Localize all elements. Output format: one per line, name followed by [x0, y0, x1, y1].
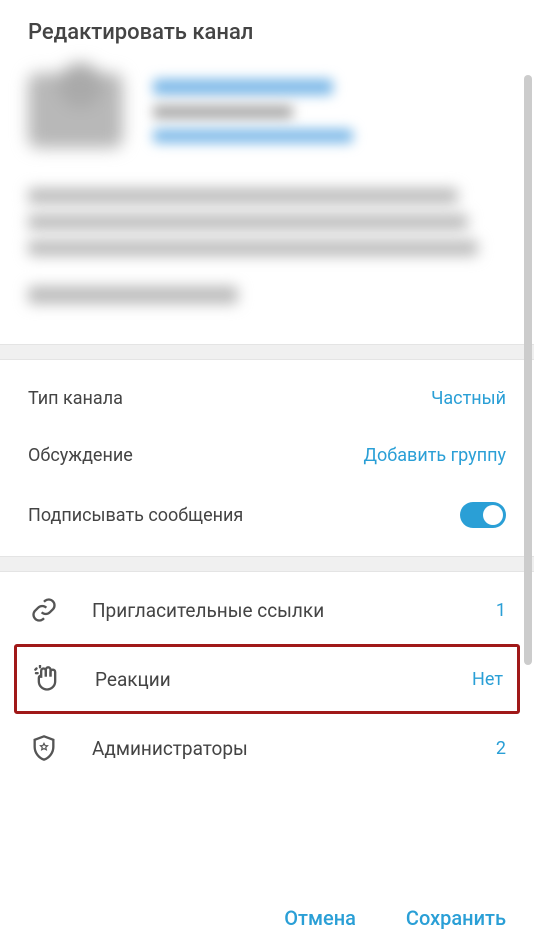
- shield-star-icon: [28, 732, 60, 764]
- discussion-row[interactable]: Обсуждение Добавить группу: [28, 427, 506, 484]
- blurred-line: [153, 79, 333, 95]
- administrators-value: 2: [496, 738, 506, 759]
- settings-section: Тип канала Частный Обсуждение Добавить г…: [0, 360, 534, 556]
- sign-messages-row: Подписывать сообщения: [28, 484, 506, 546]
- administrators-label: Администраторы: [92, 737, 496, 760]
- save-button[interactable]: Сохранить: [406, 906, 506, 930]
- channel-info-blurred: [0, 63, 534, 344]
- discussion-label: Обсуждение: [28, 445, 133, 466]
- reactions-item[interactable]: Реакции Нет: [14, 644, 520, 714]
- blurred-line: [28, 286, 238, 304]
- blurred-line: [153, 129, 353, 143]
- management-section: Пригласительные ссылки 1 Реакции Нет Адм…: [0, 572, 534, 786]
- reactions-value: Нет: [472, 669, 503, 690]
- sign-messages-label: Подписывать сообщения: [28, 505, 243, 526]
- section-divider: [0, 344, 534, 360]
- channel-avatar-placeholder: [28, 73, 123, 148]
- blurred-line: [153, 105, 293, 119]
- blurred-line: [28, 240, 478, 256]
- invite-links-label: Пригласительные ссылки: [92, 599, 496, 622]
- hand-wave-icon: [31, 663, 63, 695]
- reactions-label: Реакции: [95, 668, 472, 691]
- scrollbar[interactable]: [524, 75, 532, 665]
- channel-type-label: Тип канала: [28, 388, 123, 409]
- invite-links-item[interactable]: Пригласительные ссылки 1: [14, 578, 520, 642]
- sign-messages-toggle[interactable]: [460, 502, 506, 528]
- discussion-value: Добавить группу: [363, 445, 506, 466]
- channel-type-value: Частный: [431, 388, 506, 409]
- cancel-button[interactable]: Отмена: [284, 906, 356, 930]
- channel-type-row[interactable]: Тип канала Частный: [28, 370, 506, 427]
- section-divider: [0, 556, 534, 572]
- dialog-footer: Отмена Сохранить: [0, 884, 534, 952]
- blurred-line: [28, 214, 468, 230]
- dialog-title: Редактировать канал: [0, 0, 534, 63]
- link-icon: [28, 594, 60, 626]
- invite-links-value: 1: [496, 600, 506, 621]
- blurred-line: [28, 188, 458, 204]
- administrators-item[interactable]: Администраторы 2: [14, 716, 520, 780]
